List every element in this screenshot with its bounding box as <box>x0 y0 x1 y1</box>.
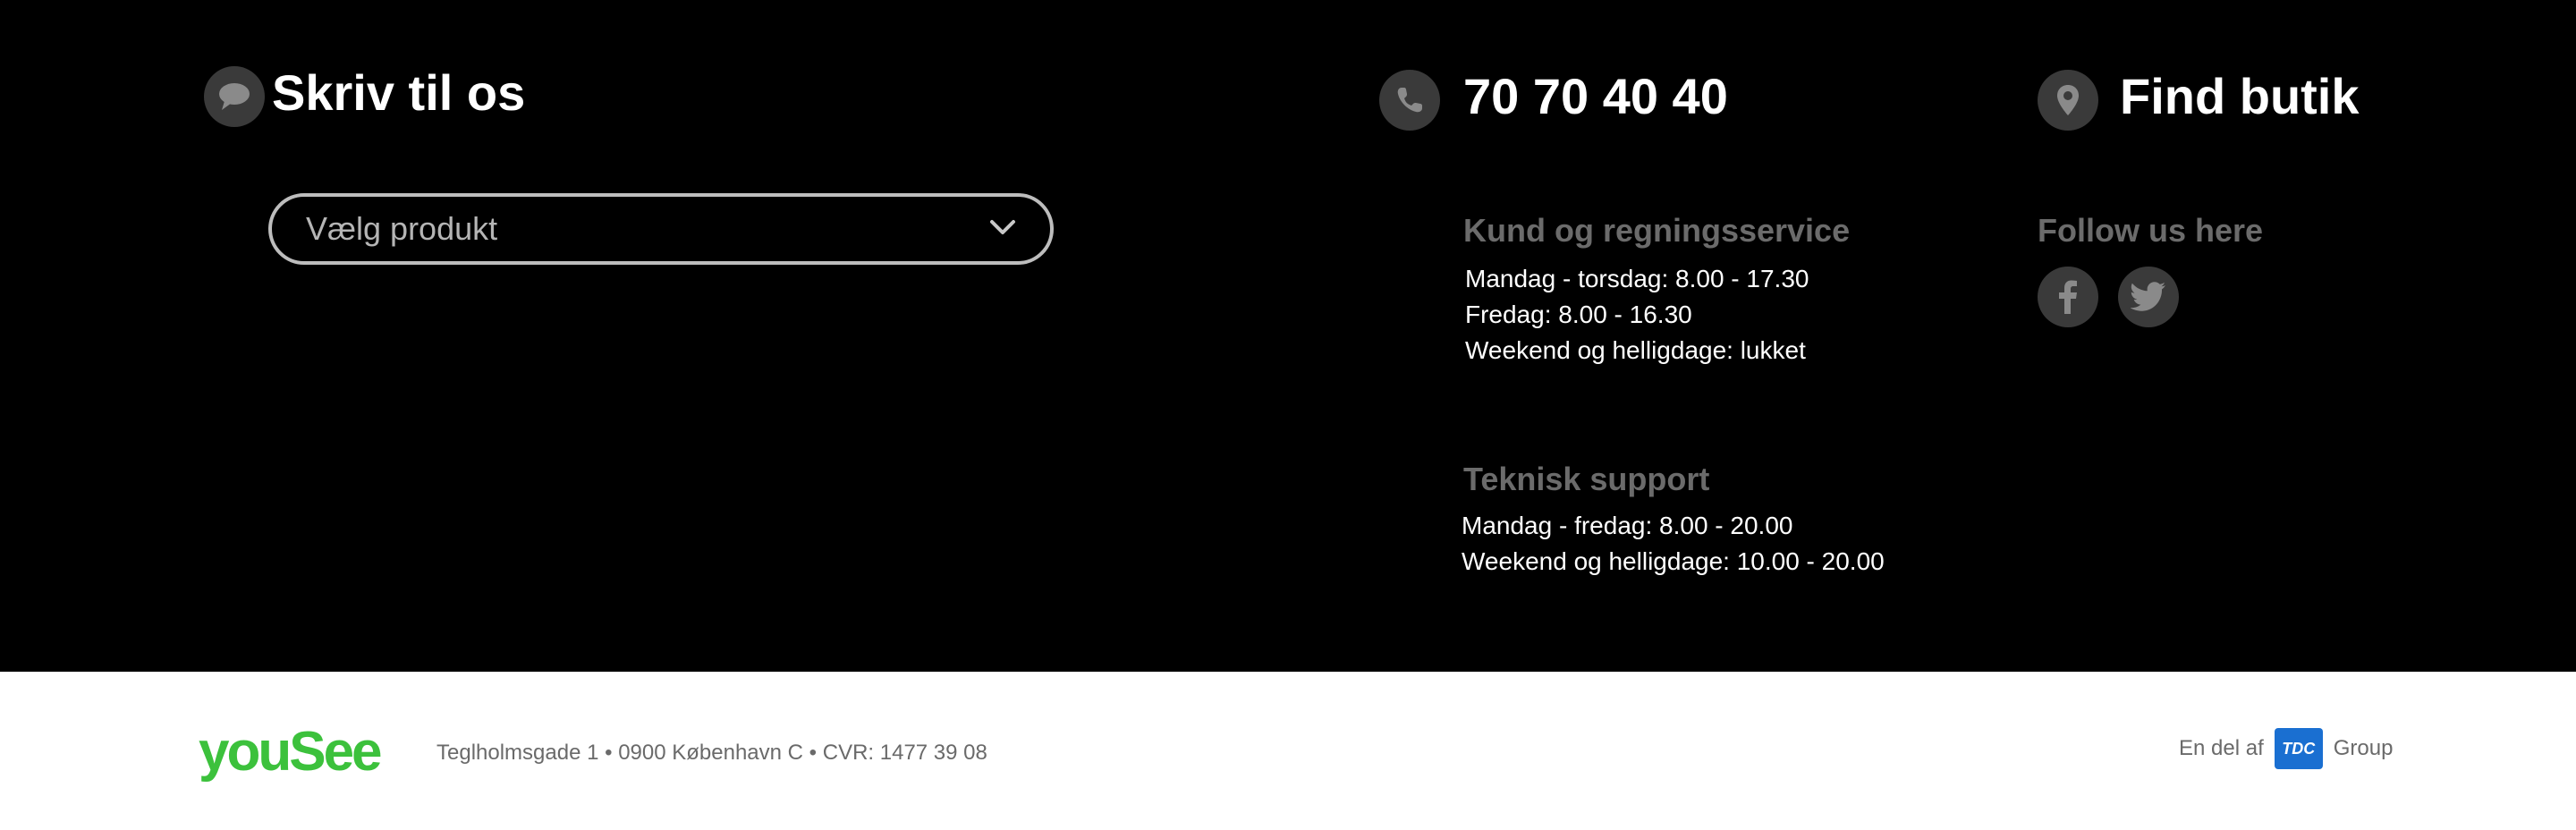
tech-support-title: Teknisk support <box>1463 461 1710 497</box>
company-address: Teglholmsgade 1 • 0900 København C • CVR… <box>436 741 987 765</box>
phone-icon <box>1379 70 1440 131</box>
chat-icon <box>204 66 265 127</box>
tdc-logo: TDC <box>2274 728 2323 769</box>
facebook-icon[interactable] <box>2038 267 2098 327</box>
tech-support-hours-1: Mandag - fredag: 8.00 - 20.00 <box>1462 512 1793 539</box>
group-suffix: Group <box>2333 736 2394 760</box>
group-prefix: En del af <box>2179 736 2264 760</box>
product-select[interactable]: Vælg produkt <box>268 193 1054 265</box>
yousee-logo[interactable]: youSee <box>199 721 383 783</box>
customer-service-hours-1: Mandag - torsdag: 8.00 - 17.30 <box>1465 265 1809 292</box>
tech-support-hours-2: Weekend og helligdage: 10.00 - 20.00 <box>1462 547 1885 575</box>
customer-service-hours-2: Fredag: 8.00 - 16.30 <box>1465 301 1692 328</box>
location-pin-icon <box>2038 70 2098 131</box>
write-to-us-heading: Skriv til os <box>272 64 526 121</box>
phone-number[interactable]: 70 70 40 40 <box>1463 66 1728 127</box>
chevron-down-icon <box>989 218 1016 241</box>
follow-us-title: Follow us here <box>2038 212 2264 249</box>
twitter-icon[interactable] <box>2118 267 2179 327</box>
find-store-link[interactable]: Find butik <box>2120 66 2360 127</box>
customer-service-hours-3: Weekend og helligdage: lukket <box>1465 336 1806 364</box>
product-select-label: Vælg produkt <box>306 210 498 247</box>
customer-service-title: Kund og regningsservice <box>1463 212 1851 249</box>
tdc-group-badge: En del af TDC Group <box>2179 726 2393 771</box>
contact-footer: Skriv til os Vælg produkt 70 70 40 40 Ku… <box>0 0 2576 672</box>
